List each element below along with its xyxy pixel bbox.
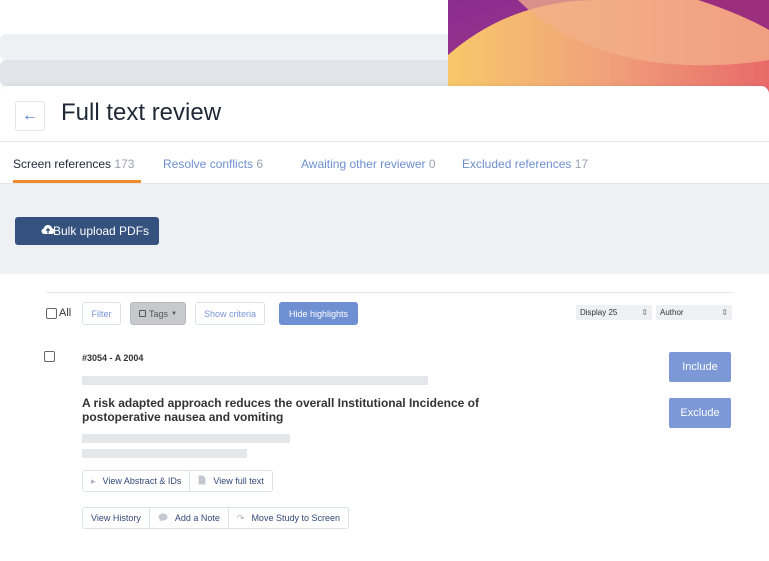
select-arrows-icon: ⇕ <box>721 308 728 317</box>
display-count-value: Display 25 <box>580 308 618 317</box>
show-criteria-label: Show criteria <box>203 308 257 319</box>
divider <box>46 292 734 293</box>
back-button[interactable]: ← <box>15 101 45 131</box>
tab-resolve-conflicts[interactable]: Resolve conflicts 6 <box>163 157 263 171</box>
tab-label: Awaiting other reviewer <box>301 157 426 171</box>
study-actions-primary: ▸ View Abstract & IDs View full text <box>82 470 273 492</box>
tab-excluded-references[interactable]: Excluded references 17 <box>462 157 588 171</box>
study-reference-id: #3054 - A 2004 <box>82 353 144 363</box>
list-toolbar: All Filter Tags ▼ Show criteria Hide hig… <box>0 302 769 326</box>
view-history-label: View History <box>91 513 141 523</box>
sort-value: Author <box>660 308 684 317</box>
text-placeholder <box>82 449 247 458</box>
page-header: ← Full text review <box>0 86 769 142</box>
arrow-left-icon: ← <box>22 107 38 124</box>
redo-icon: ↷ <box>236 512 245 523</box>
filter-label: Filter <box>91 308 112 319</box>
view-full-text-button[interactable]: View full text <box>190 471 271 491</box>
tab-count: 0 <box>428 157 436 171</box>
hide-highlights-button[interactable]: Hide highlights <box>279 302 358 325</box>
tag-icon <box>139 310 147 317</box>
review-card: ← Full text review Screen references 173… <box>0 86 769 561</box>
select-all-checkbox[interactable] <box>46 308 57 319</box>
tags-dropdown[interactable]: Tags ▼ <box>130 302 186 325</box>
document-icon <box>198 475 206 487</box>
select-arrows-icon: ⇕ <box>641 308 648 317</box>
filter-button[interactable]: Filter <box>82 302 121 325</box>
sort-select[interactable]: Author ⇕ <box>656 305 732 320</box>
comment-icon <box>158 513 168 524</box>
view-history-button[interactable]: View History <box>83 508 150 528</box>
caret-down-icon: ▼ <box>171 310 177 317</box>
tab-label: Resolve conflicts <box>163 157 254 171</box>
page-title: Full text review <box>61 99 222 126</box>
tab-awaiting-other-reviewer[interactable]: Awaiting other reviewer 0 <box>301 157 436 171</box>
move-study-label: Move Study to Screen <box>251 513 340 523</box>
study-actions-secondary: View History Add a Note ↷ Move Study to … <box>82 507 349 529</box>
bulk-upload-button[interactable]: Bulk upload PDFs <box>15 217 159 245</box>
tab-count: 6 <box>256 157 264 171</box>
move-study-button[interactable]: ↷ Move Study to Screen <box>229 508 348 528</box>
bulk-upload-label: Bulk upload PDFs <box>53 224 150 238</box>
add-note-label: Add a Note <box>174 513 220 523</box>
study-checkbox[interactable] <box>44 351 55 362</box>
view-abstract-button[interactable]: ▸ View Abstract & IDs <box>83 471 191 491</box>
tab-screen-references[interactable]: Screen references 173 <box>13 157 134 171</box>
tags-label: Tags <box>149 308 169 319</box>
display-count-select[interactable]: Display 25 ⇕ <box>576 305 652 320</box>
exclude-label: Exclude <box>680 407 720 419</box>
text-placeholder <box>82 434 290 443</box>
upload-zone: Bulk upload PDFs <box>0 184 769 274</box>
decorative-artwork <box>448 0 769 100</box>
add-note-button[interactable]: Add a Note <box>150 508 229 528</box>
show-criteria-button[interactable]: Show criteria <box>195 302 265 325</box>
caret-right-icon: ▸ <box>91 475 96 486</box>
active-tab-indicator <box>13 180 141 183</box>
include-label: Include <box>682 361 718 373</box>
view-full-text-label: View full text <box>213 476 264 486</box>
select-all-label: All <box>59 307 72 319</box>
study-title: A risk adapted approach reduces the over… <box>82 396 479 424</box>
view-abstract-label: View Abstract & IDs <box>102 476 182 486</box>
hide-highlights-label: Hide highlights <box>288 308 349 319</box>
include-button[interactable]: Include <box>669 352 731 382</box>
exclude-button[interactable]: Exclude <box>669 398 731 428</box>
tab-count: 173 <box>114 157 135 171</box>
tab-label: Screen references <box>13 157 112 171</box>
tab-count: 17 <box>574 157 589 171</box>
authors-placeholder <box>82 376 428 385</box>
tab-label: Excluded references <box>462 157 572 171</box>
review-tabs: Screen references 173 Resolve conflicts … <box>0 142 769 184</box>
